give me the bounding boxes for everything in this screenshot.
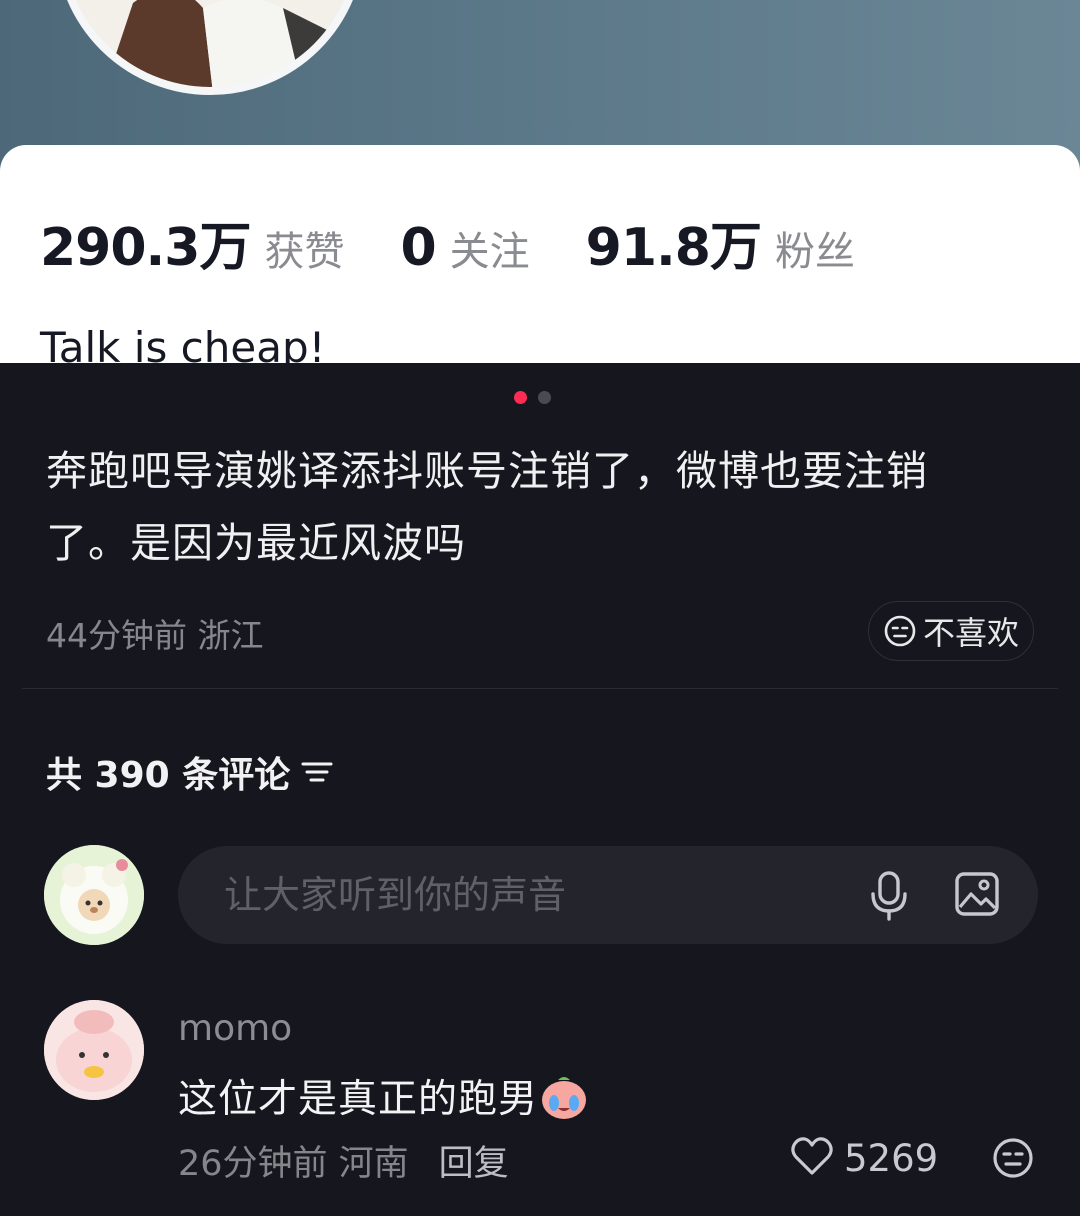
carousel-dot (538, 391, 551, 404)
microphone-icon[interactable] (868, 870, 910, 922)
stat-following[interactable]: 0 关注 (400, 218, 529, 278)
comment-time-location: 26分钟前 河南 (178, 1144, 409, 1184)
stat-likes[interactable]: 290.3万 获赞 (40, 205, 344, 280)
dislike-label: 不喜欢 (922, 614, 1019, 652)
like-count: 5269 (844, 1137, 939, 1180)
heart-icon[interactable] (790, 1136, 834, 1176)
stat-value: 0 (400, 218, 436, 278)
stat-label: 获赞 (264, 229, 345, 275)
post-panel: 奔跑吧导演姚译添抖账号注销了，微博也要注销了。是因为最近风波吗 44分钟前 浙江… (0, 363, 1080, 1216)
reply-button[interactable]: 回复 (439, 1135, 509, 1186)
comment-count-header[interactable]: 共 390 条评论 (46, 746, 334, 798)
commenter-avatar[interactable] (44, 1000, 144, 1100)
stat-label: 关注 (449, 229, 530, 275)
carousel-dot-active (514, 391, 527, 404)
profile-avatar[interactable] (55, 0, 365, 95)
post-caption: 奔跑吧导演姚译添抖账号注销了，微博也要注销了。是因为最近风波吗 (46, 447, 928, 567)
comment-body: 这位才是真正的跑男 (178, 1077, 539, 1122)
commenter-name[interactable]: momo (178, 1008, 292, 1049)
dislike-face-icon (884, 615, 916, 647)
image-icon[interactable] (954, 871, 1000, 917)
stat-value: 290.3万 (40, 218, 251, 278)
current-user-avatar[interactable] (44, 845, 144, 945)
stat-followers[interactable]: 91.8万 粉丝 (586, 205, 855, 280)
divider (22, 688, 1058, 689)
dislike-button[interactable]: 不喜欢 (868, 601, 1034, 661)
stat-value: 91.8万 (585, 218, 762, 278)
stat-label: 粉丝 (774, 229, 855, 275)
crying-emoji-icon (542, 1077, 587, 1119)
comment-count-label: 共 390 条评论 (46, 755, 291, 796)
profile-stats: 290.3万 获赞 0 关注 91.8万 粉丝 (40, 205, 911, 280)
profile-card: 290.3万 获赞 0 关注 91.8万 粉丝 Talk is cheap! (0, 145, 1080, 363)
comment-text: 这位才是真正的跑男 (178, 1068, 590, 1124)
carousel-indicator (514, 391, 551, 404)
dislike-face-icon[interactable] (992, 1137, 1034, 1179)
post-meta: 44分钟前 浙江 (46, 616, 264, 655)
sort-filter-icon[interactable] (300, 757, 334, 787)
profile-bio: Talk is cheap! (40, 323, 326, 363)
comment-meta: 26分钟前 河南 回复 (178, 1135, 509, 1186)
